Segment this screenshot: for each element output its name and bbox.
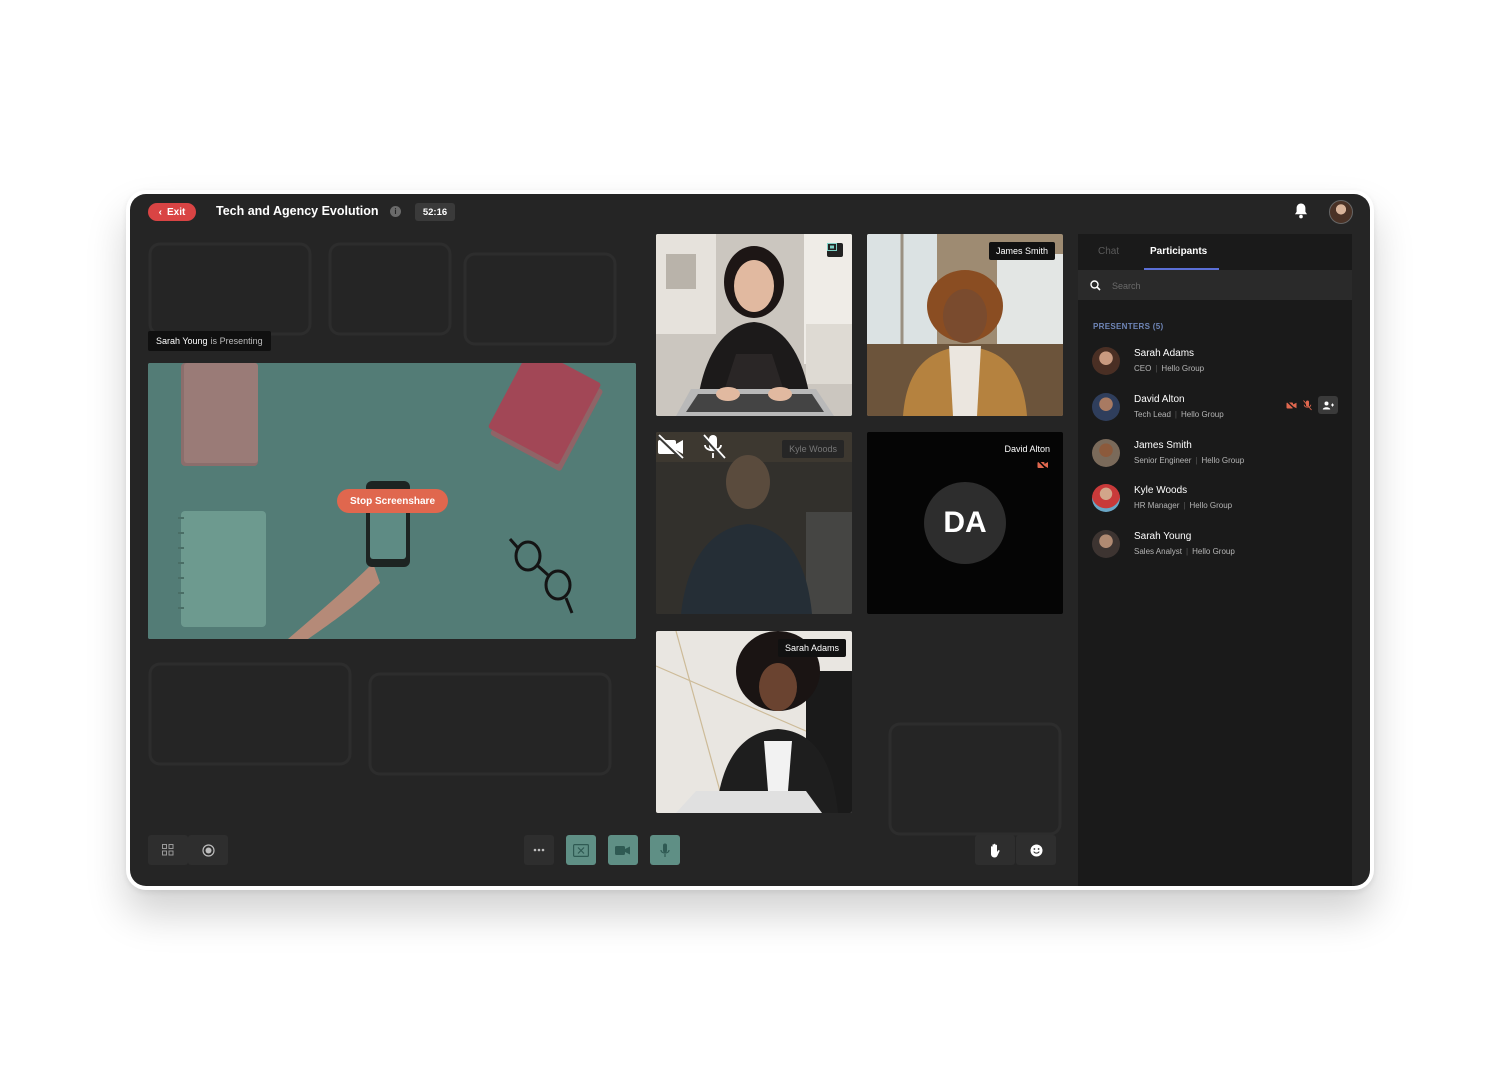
participant-item[interactable]: Kyle Woods HR Manager | Hello Group — [1078, 479, 1352, 519]
avatar — [1092, 393, 1120, 421]
participant-title: HR Manager — [1134, 501, 1180, 510]
chevron-left-icon: ‹ — [158, 206, 162, 218]
presenting-suffix: is Presenting — [210, 336, 263, 346]
participant-video — [656, 631, 852, 813]
avatar — [1092, 530, 1120, 558]
participant-org: Hello Group — [1161, 364, 1205, 373]
tile-muted-indicators — [656, 434, 726, 461]
raise-hand-button[interactable] — [975, 835, 1015, 865]
camera-icon — [615, 845, 630, 855]
video-tile-kyle-woods[interactable]: Kyle Woods — [656, 432, 852, 614]
add-user-button[interactable] — [1318, 396, 1338, 414]
camera-toggle[interactable] — [608, 835, 638, 865]
tab-participants[interactable]: Participants — [1150, 246, 1207, 257]
separator: | — [1183, 501, 1186, 510]
search-icon — [1090, 280, 1101, 291]
participant-item[interactable]: Sarah Adams CEO | Hello Group — [1078, 342, 1352, 382]
participant-role: Senior Engineer | Hello Group — [1134, 456, 1244, 465]
exit-button[interactable]: ‹ Exit — [148, 203, 196, 221]
record-icon — [201, 843, 215, 857]
video-tile-james-smith[interactable]: James Smith — [867, 234, 1063, 416]
participant-video — [656, 234, 852, 416]
participant-search — [1078, 270, 1352, 300]
hand-icon — [991, 843, 1000, 857]
screen-share-toggle[interactable] — [566, 835, 596, 865]
camera-off-icon — [1286, 400, 1297, 410]
exit-label: Exit — [167, 206, 186, 218]
microphone-toggle[interactable] — [650, 835, 680, 865]
grid-view-button[interactable] — [148, 835, 188, 865]
participant-name: Sarah Adams — [1134, 348, 1195, 359]
separator: | — [1186, 547, 1189, 556]
participant-title: CEO — [1134, 364, 1152, 373]
participant-item[interactable]: Sarah Young Sales Analyst | Hello Group — [1078, 525, 1352, 565]
avatar — [1092, 484, 1120, 512]
mic-off-icon — [701, 434, 726, 461]
participant-status-icons — [1286, 396, 1338, 414]
separator: | — [1195, 456, 1198, 465]
screen-share-stop-icon — [573, 843, 589, 857]
camera-off-icon — [656, 434, 684, 461]
video-tile-sarah-adams[interactable]: Sarah Adams — [656, 631, 852, 813]
participant-name: Kyle Woods — [1134, 485, 1188, 496]
participant-role: Tech Lead | Hello Group — [1134, 410, 1224, 419]
participant-title: Tech Lead — [1134, 410, 1171, 419]
participant-initials-avatar: DA — [924, 482, 1006, 564]
record-button[interactable] — [188, 835, 228, 865]
tile-name-label: James Smith — [988, 242, 1055, 260]
participant-role: Sales Analyst | Hello Group — [1134, 547, 1235, 556]
participant-title: Sales Analyst — [1134, 547, 1183, 556]
grid-icon — [162, 844, 174, 856]
participant-role: HR Manager | Hello Group — [1134, 501, 1232, 510]
participant-role: CEO | Hello Group — [1134, 364, 1204, 373]
participant-org: Hello Group — [1189, 501, 1233, 510]
video-tile-david-alton[interactable]: David Alton DA — [867, 432, 1063, 614]
user-avatar[interactable] — [1329, 200, 1353, 224]
search-input[interactable] — [1110, 276, 1334, 296]
app-frame: ‹ Exit Tech and Agency Evolution i 52:16… — [126, 190, 1374, 890]
participant-name: David Alton — [1134, 394, 1185, 405]
participant-name: Sarah Young — [1134, 531, 1192, 542]
screenshare-view: Stop Screenshare — [148, 363, 636, 639]
info-icon[interactable]: i — [390, 206, 401, 217]
presenting-tag: Sarah Young is Presenting — [148, 331, 271, 351]
tile-name-label: Sarah Adams — [777, 639, 846, 657]
presenters-section-title: PRESENTERS (5) — [1093, 322, 1164, 331]
participant-title: Senior Engineer — [1134, 456, 1192, 465]
stop-screenshare-button[interactable]: Stop Screenshare — [337, 489, 448, 513]
screen-share-icon — [827, 243, 843, 257]
more-icon — [533, 848, 545, 852]
participant-org: Hello Group — [1192, 547, 1235, 556]
meeting-title: Tech and Agency Evolution — [216, 204, 379, 218]
participant-org: Hello Group — [1181, 410, 1224, 419]
presenter-name: Sarah Young — [156, 336, 208, 346]
mic-off-icon — [1303, 399, 1312, 410]
separator: | — [1174, 410, 1177, 419]
panel-tabs: Chat Participants — [1078, 234, 1352, 270]
video-tile-active-speaker[interactable] — [656, 234, 852, 416]
add-user-icon — [1322, 401, 1334, 409]
tab-chat[interactable]: Chat — [1098, 246, 1119, 257]
avatar — [1092, 347, 1120, 375]
separator: | — [1155, 364, 1158, 373]
more-options-button[interactable] — [524, 835, 554, 865]
microphone-icon — [660, 843, 670, 857]
tile-name-label: Kyle Woods — [782, 440, 844, 458]
participant-item[interactable]: David Alton Tech Lead | Hello Group — [1078, 388, 1352, 428]
tile-name-label: David Alton — [1004, 444, 1050, 454]
bell-icon[interactable] — [1293, 202, 1309, 220]
camera-off-icon — [1037, 460, 1048, 470]
participant-org: Hello Group — [1201, 456, 1245, 465]
participant-item[interactable]: James Smith Senior Engineer | Hello Group — [1078, 434, 1352, 474]
side-panel: Chat Participants PRESENTERS (5) Sarah A… — [1078, 234, 1352, 886]
avatar — [1092, 439, 1120, 467]
participant-name: James Smith — [1134, 440, 1192, 451]
meeting-timer: 52:16 — [415, 203, 455, 221]
reactions-button[interactable] — [1016, 835, 1056, 865]
participant-video — [867, 234, 1063, 416]
emoji-icon — [1030, 844, 1042, 856]
meeting-app: ‹ Exit Tech and Agency Evolution i 52:16… — [130, 194, 1370, 886]
